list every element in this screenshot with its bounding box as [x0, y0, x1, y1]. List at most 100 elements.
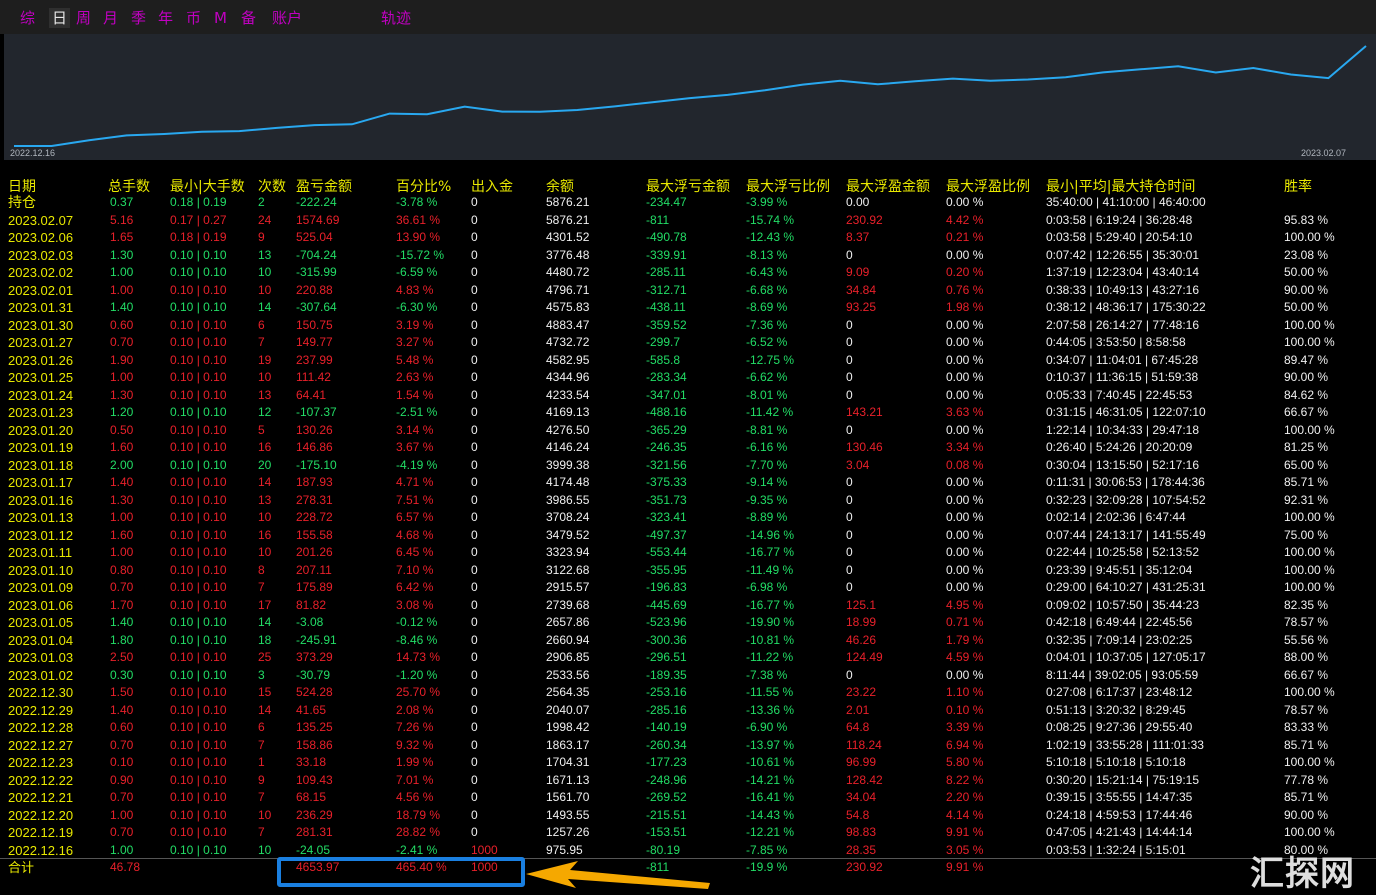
tab-2[interactable]: 周 [76, 8, 91, 28]
cell-pct: 3.67 % [396, 440, 434, 454]
cell-flow: 0 [471, 667, 478, 682]
cell-pnl: 150.75 [296, 317, 333, 332]
cell-mfp: 125.1 [846, 597, 877, 612]
cell-pct: 4.71 % [396, 475, 434, 489]
tab-0[interactable]: 综 [20, 8, 35, 28]
cell-count: 13 [258, 387, 272, 402]
cell-mfp: 98.83 [846, 825, 877, 839]
cell-pnl: 1574.69 [296, 212, 340, 227]
cell-count: 18 [258, 632, 272, 647]
cell-count: 14 [258, 615, 272, 629]
cell-date: 2023.01.10 [8, 562, 74, 578]
tab-6[interactable]: 币 [186, 8, 201, 28]
header-13: 胜率 [1284, 179, 1312, 195]
cell-mflp: -19.90 % [746, 615, 795, 629]
cell-time: 1:02:19 | 33:55:28 | 111:01:33 [1046, 737, 1204, 752]
cell-time: 0:34:07 | 11:04:01 | 67:45:28 [1046, 352, 1199, 367]
table-row: 2023.01.17 1.40 0.10 | 0.10 14 187.93 4.71 % 0… [0, 474, 1376, 492]
cell-mfp: 0 [846, 667, 853, 682]
cell-lots: 0.70 [110, 335, 134, 349]
cell-flow: 0 [471, 265, 478, 279]
cell-pnl: 41.65 [296, 702, 327, 717]
cell-mfl: -285.11 [646, 265, 686, 279]
cell-minmax: 0.10 | 0.10 [170, 440, 227, 454]
cell-time: 0:38:33 | 10:49:13 | 43:27:16 [1046, 282, 1200, 297]
tab-5[interactable]: 年 [158, 8, 173, 28]
cell-count: 10 [258, 545, 272, 559]
cell-flow: 0 [471, 475, 478, 489]
cell-lots: 0.37 [110, 195, 134, 209]
cell-win: 100.00 % [1284, 545, 1335, 559]
cell-date: 2023.01.11 [8, 545, 73, 560]
cell-lots: 0.70 [110, 737, 134, 752]
cell-mflp: -6.52 % [746, 335, 788, 349]
cell-minmax: 0.10 | 0.10 [170, 405, 227, 419]
cell-mfp: 0 [846, 545, 853, 559]
cell-pct: 1.99 % [396, 755, 434, 769]
cell-mfl: -347.01 [646, 387, 687, 402]
cell-pnl: 525.04 [296, 230, 333, 244]
cell-date: 2022.12.30 [8, 685, 74, 700]
cell-mfl: -351.73 [646, 492, 687, 507]
cell-time: 0:03:58 | 5:29:40 | 20:54:10 [1046, 230, 1193, 244]
cell-mfp: 64.8 [846, 720, 870, 734]
cell-win: 85.71 % [1284, 737, 1329, 752]
cell-pnl: 155.58 [296, 527, 333, 542]
watermark-logo: 汇探网 [1250, 854, 1355, 894]
cell-time: 0:07:44 | 24:13:17 | 141:55:49 [1046, 527, 1206, 542]
table-row: 2023.02.01 1.00 0.10 | 0.10 10 220.88 4.83 % 0… [0, 282, 1376, 300]
cell-win: 100.00 % [1284, 510, 1335, 524]
tab-10[interactable]: 轨迹 [381, 8, 411, 28]
cell-date: 2023.02.01 [8, 282, 74, 298]
cell-mfp: 0 [846, 510, 853, 524]
tab-9[interactable]: 账户 [272, 8, 302, 28]
table-row: 2023.01.18 2.00 0.10 | 0.10 20 -175.10 -4.19 … [0, 457, 1376, 475]
cell-win: 95.83 % [1284, 212, 1329, 227]
holding-row: 持仓 0.37 0.18 | 0.19 2 -222.24 -3.78 % 0 5876.21… [0, 194, 1376, 212]
cell-flow: 0 [471, 335, 478, 349]
cell-count: 6 [258, 317, 265, 332]
cell-win: 100.00 % [1284, 335, 1335, 349]
cell-date: 2023.01.27 [8, 335, 74, 350]
tab-3[interactable]: 月 [103, 8, 118, 28]
tab-7[interactable]: M [214, 8, 227, 28]
cell-flow: 0 [471, 650, 478, 664]
tab-4[interactable]: 季 [131, 8, 146, 28]
cell-date: 2022.12.23 [8, 755, 74, 770]
tab-1[interactable]: 日 [49, 8, 71, 28]
cell-time: 0:42:18 | 6:49:44 | 22:45:56 [1046, 615, 1193, 629]
cell-pnl: 111.42 [296, 370, 331, 384]
table-row: 2023.01.24 1.30 0.10 | 0.10 13 64.41 1.54 % 0 4… [0, 387, 1376, 405]
cell-bal: 975.95 [546, 842, 583, 857]
cell-count: 24 [258, 212, 272, 227]
cell-count: 17 [258, 597, 272, 612]
cell-minmax: 0.10 | 0.10 [170, 300, 227, 314]
cell-minmax: 0.10 | 0.10 [170, 807, 227, 822]
cell-mfpp: 3.05 % [946, 842, 984, 857]
cell-mfpp: 0.20 % [946, 265, 984, 279]
cell-mfl: -488.16 [646, 405, 687, 419]
cell-minmax: 0.10 | 0.10 [170, 755, 227, 769]
cell-time: 1:37:19 | 12:23:04 | 43:40:14 [1046, 265, 1200, 279]
cell-pct: -15.72 % [396, 247, 445, 262]
header-0: 日期 [8, 179, 36, 195]
cell-minmax: 0.17 | 0.27 [170, 212, 227, 227]
cell-mfpp: 4.42 % [946, 212, 984, 227]
cell-time: 8:11:44 | 39:02:05 | 93:05:59 [1046, 667, 1199, 682]
tab-8[interactable]: 备 [241, 8, 256, 28]
header-10: 最大浮盈金额 [846, 179, 930, 195]
cell-flow: 0 [471, 457, 478, 472]
cell-lots: 1.30 [110, 492, 134, 507]
cell-mfpp: 0.00 % [946, 580, 984, 594]
cell-win: 88.00 % [1284, 650, 1329, 664]
cell-date: 2023.01.20 [8, 422, 74, 438]
cell-pnl: 64.41 [296, 387, 327, 402]
cell-minmax: 0.10 | 0.10 [170, 545, 227, 559]
cell-lots: 1.00 [110, 282, 134, 297]
cell-mflp: -7.70 % [746, 457, 788, 472]
cell-bal: 1863.17 [546, 737, 590, 752]
table-row: 2023.02.07 5.16 0.17 | 0.27 24 1574.69 36.61 … [0, 212, 1376, 230]
cell-mfp: 9.09 [846, 265, 870, 279]
cell-count: 19 [258, 352, 272, 367]
table-row: 2022.12.27 0.70 0.10 | 0.10 7 158.86 9.32 % 0 1… [0, 737, 1376, 755]
